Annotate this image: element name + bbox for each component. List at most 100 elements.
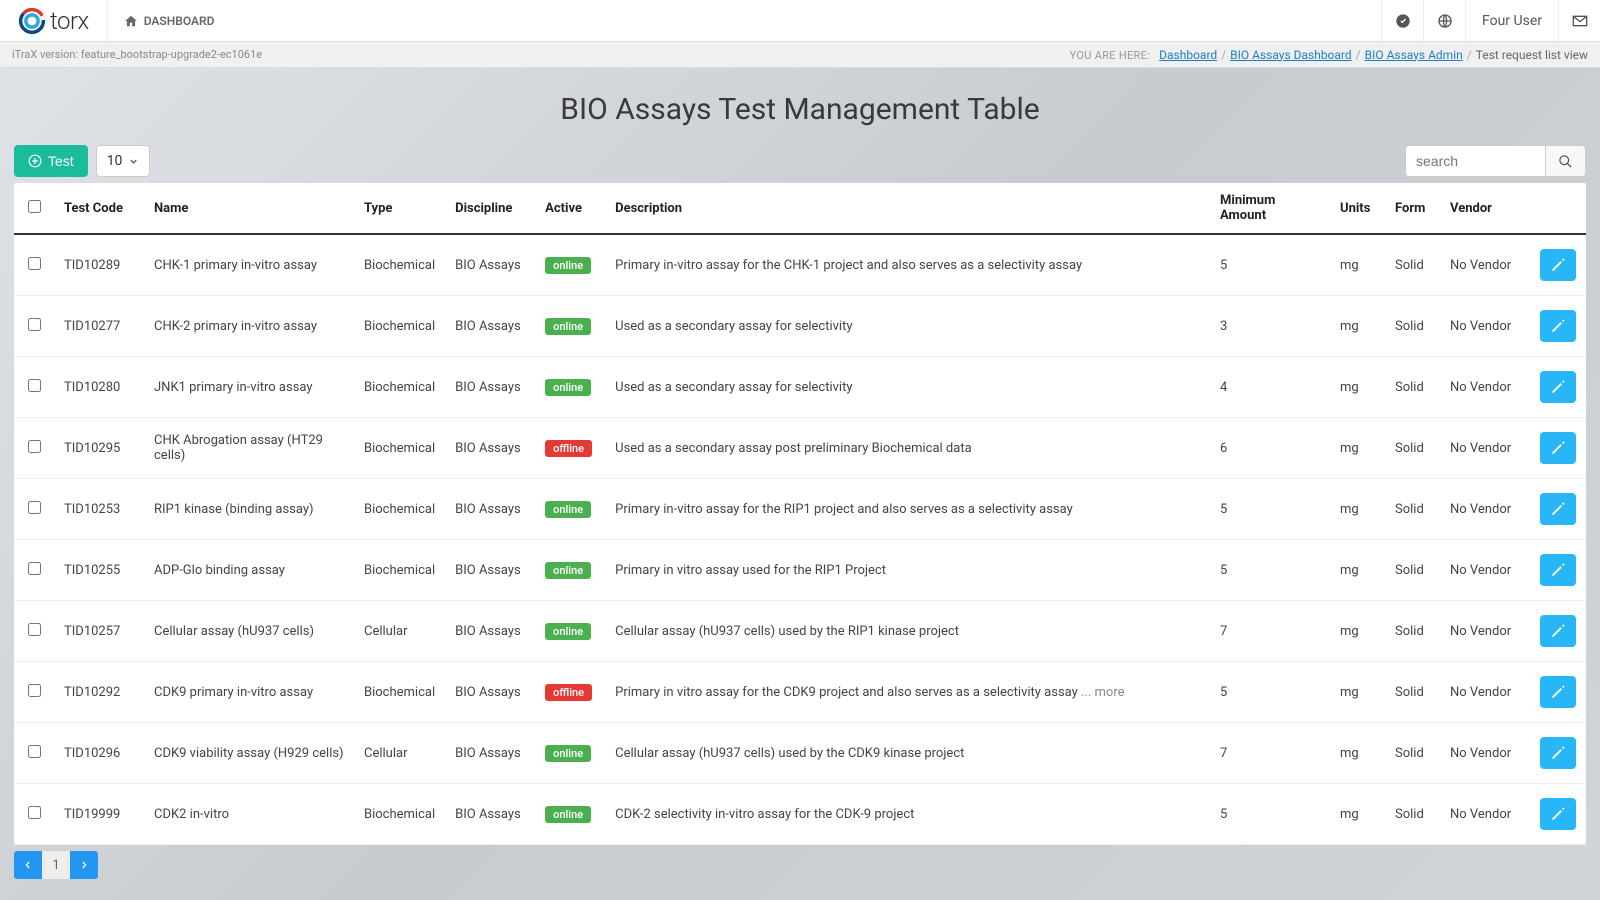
cell-vendor: No Vendor <box>1440 723 1530 784</box>
search-icon <box>1558 154 1573 169</box>
row-checkbox[interactable] <box>28 684 41 697</box>
pencil-icon <box>1550 379 1566 395</box>
check-circle-button[interactable] <box>1381 0 1423 41</box>
table-row: TID10295 CHK Abrogation assay (HT29 cell… <box>14 418 1586 479</box>
cell-type: Biochemical <box>354 479 445 540</box>
table-row: TID10280 JNK1 primary in-vitro assay Bio… <box>14 357 1586 418</box>
edit-button[interactable] <box>1540 554 1576 586</box>
cell-form: Solid <box>1385 418 1440 479</box>
select-all-checkbox[interactable] <box>28 200 41 213</box>
cell-discipline: BIO Assays <box>445 418 535 479</box>
cell-min-amount: 5 <box>1210 234 1330 296</box>
logo[interactable]: torx <box>0 0 107 41</box>
row-checkbox[interactable] <box>28 257 41 270</box>
cell-active: online <box>535 234 605 296</box>
table-row: TID10289 CHK-1 primary in-vitro assay Bi… <box>14 234 1586 296</box>
cell-units: mg <box>1330 784 1385 845</box>
cell-vendor: No Vendor <box>1440 479 1530 540</box>
edit-button[interactable] <box>1540 310 1576 342</box>
cell-discipline: BIO Assays <box>445 234 535 296</box>
envelope-icon <box>1572 13 1588 29</box>
cell-min-amount: 3 <box>1210 296 1330 357</box>
edit-button[interactable] <box>1540 249 1576 281</box>
cell-units: mg <box>1330 296 1385 357</box>
cell-discipline: BIO Assays <box>445 357 535 418</box>
cell-min-amount: 6 <box>1210 418 1330 479</box>
cell-test-code: TID10257 <box>54 601 144 662</box>
page-size-select[interactable]: 10 <box>96 145 151 177</box>
cell-description: Primary in-vitro assay for the RIP1 proj… <box>605 479 1210 540</box>
cell-vendor: No Vendor <box>1440 357 1530 418</box>
col-form[interactable]: Form <box>1385 183 1440 234</box>
breadcrumb-item[interactable]: BIO Assays Admin <box>1365 48 1463 62</box>
cell-type: Cellular <box>354 601 445 662</box>
row-checkbox[interactable] <box>28 745 41 758</box>
col-name[interactable]: Name <box>144 183 354 234</box>
edit-button[interactable] <box>1540 493 1576 525</box>
col-discipline[interactable]: Discipline <box>445 183 535 234</box>
toolbar: Test 10 <box>14 145 1586 177</box>
page-size-value: 10 <box>107 153 123 169</box>
breadcrumb-separator: / <box>1221 48 1226 62</box>
add-test-button[interactable]: Test <box>14 145 88 177</box>
col-type[interactable]: Type <box>354 183 445 234</box>
row-checkbox[interactable] <box>28 501 41 514</box>
col-test-code[interactable]: Test Code <box>54 183 144 234</box>
logo-icon <box>18 7 46 35</box>
row-checkbox[interactable] <box>28 318 41 331</box>
cell-test-code: TID10280 <box>54 357 144 418</box>
col-description[interactable]: Description <box>605 183 1210 234</box>
edit-button[interactable] <box>1540 432 1576 464</box>
tests-table: Test Code Name Type Discipline Active De… <box>14 183 1586 845</box>
cell-vendor: No Vendor <box>1440 418 1530 479</box>
cell-form: Solid <box>1385 357 1440 418</box>
status-badge: online <box>545 257 591 274</box>
row-checkbox[interactable] <box>28 806 41 819</box>
cell-vendor: No Vendor <box>1440 234 1530 296</box>
edit-button[interactable] <box>1540 676 1576 708</box>
table-row: TID10292 CDK9 primary in-vitro assay Bio… <box>14 662 1586 723</box>
table-row: TID10257 Cellular assay (hU937 cells) Ce… <box>14 601 1586 662</box>
cell-active: offline <box>535 662 605 723</box>
row-checkbox[interactable] <box>28 623 41 636</box>
prev-page-button[interactable] <box>14 851 42 879</box>
pagination: 1 <box>14 851 1586 879</box>
row-checkbox[interactable] <box>28 379 41 392</box>
user-menu[interactable]: Four User <box>1465 0 1558 41</box>
col-vendor[interactable]: Vendor <box>1440 183 1530 234</box>
cell-test-code: TID10277 <box>54 296 144 357</box>
edit-button[interactable] <box>1540 798 1576 830</box>
col-active[interactable]: Active <box>535 183 605 234</box>
cell-form: Solid <box>1385 479 1440 540</box>
breadcrumb-item[interactable]: BIO Assays Dashboard <box>1230 48 1352 62</box>
breadcrumb-item[interactable]: Dashboard <box>1159 48 1217 62</box>
envelope-button[interactable] <box>1558 0 1600 41</box>
breadcrumb-separator: / <box>1467 48 1472 62</box>
next-page-button[interactable] <box>70 851 98 879</box>
cell-description: Cellular assay (hU937 cells) used by the… <box>605 723 1210 784</box>
search-input[interactable] <box>1405 145 1545 177</box>
cell-active: online <box>535 479 605 540</box>
cell-vendor: No Vendor <box>1440 601 1530 662</box>
cell-type: Biochemical <box>354 418 445 479</box>
cell-active: online <box>535 723 605 784</box>
row-checkbox[interactable] <box>28 562 41 575</box>
cell-type: Biochemical <box>354 540 445 601</box>
status-badge: online <box>545 623 591 640</box>
edit-button[interactable] <box>1540 371 1576 403</box>
cell-form: Solid <box>1385 540 1440 601</box>
globe-button[interactable] <box>1423 0 1465 41</box>
col-units[interactable]: Units <box>1330 183 1385 234</box>
edit-button[interactable] <box>1540 615 1576 647</box>
more-link[interactable]: ... more <box>1078 685 1125 700</box>
cell-name: CDK9 primary in-vitro assay <box>144 662 354 723</box>
dashboard-nav-button[interactable]: DASHBOARD <box>108 0 231 41</box>
col-min-amount[interactable]: Minimum Amount <box>1210 183 1330 234</box>
cell-min-amount: 5 <box>1210 479 1330 540</box>
cell-description: Primary in vitro assay used for the RIP1… <box>605 540 1210 601</box>
edit-button[interactable] <box>1540 737 1576 769</box>
row-checkbox[interactable] <box>28 440 41 453</box>
subbar: iTraX version: feature_bootstrap-upgrade… <box>0 42 1600 68</box>
cell-type: Biochemical <box>354 784 445 845</box>
search-button[interactable] <box>1545 145 1586 177</box>
